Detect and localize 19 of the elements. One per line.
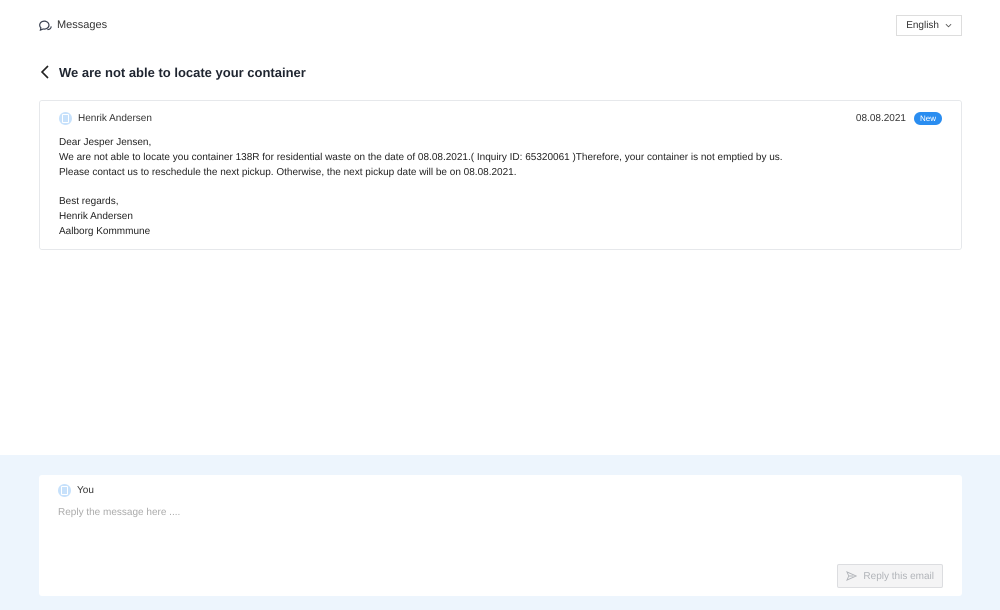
author-name: You bbox=[77, 485, 94, 496]
message-text: We are not able to locate you container 138R for residential waste on the date of 08.08.2021.( Inquiry ID: 65320061 )Therefore, your container is not emptied by us. bbox=[59, 150, 784, 165]
send-icon bbox=[846, 571, 858, 581]
page-title: We are not able to locate your container bbox=[59, 64, 306, 80]
caret-icon bbox=[945, 22, 952, 28]
message-text: Please contact us to reschedule the next pickup. Otherwise, the next pickup date will be on 08.08.2021. bbox=[59, 166, 518, 180]
app-title: Messages bbox=[57, 19, 108, 31]
message-text: Best regards, bbox=[59, 195, 120, 210]
message-text: Dear Jesper Jensen, bbox=[59, 136, 152, 150]
message-date: 08.08.2021 bbox=[856, 113, 906, 124]
language-dropdown[interactable]: English bbox=[896, 14, 962, 36]
message-text: Henrik Andersen bbox=[59, 210, 134, 224]
sender-name: Henrik Andersen bbox=[78, 113, 152, 124]
avatar-icon bbox=[59, 112, 72, 125]
back-icon[interactable] bbox=[41, 65, 49, 79]
new-badge: New bbox=[914, 112, 942, 125]
avatar-icon bbox=[58, 484, 71, 497]
message-text: Aalborg Kommmune bbox=[59, 224, 152, 239]
chat-icon bbox=[39, 19, 52, 31]
